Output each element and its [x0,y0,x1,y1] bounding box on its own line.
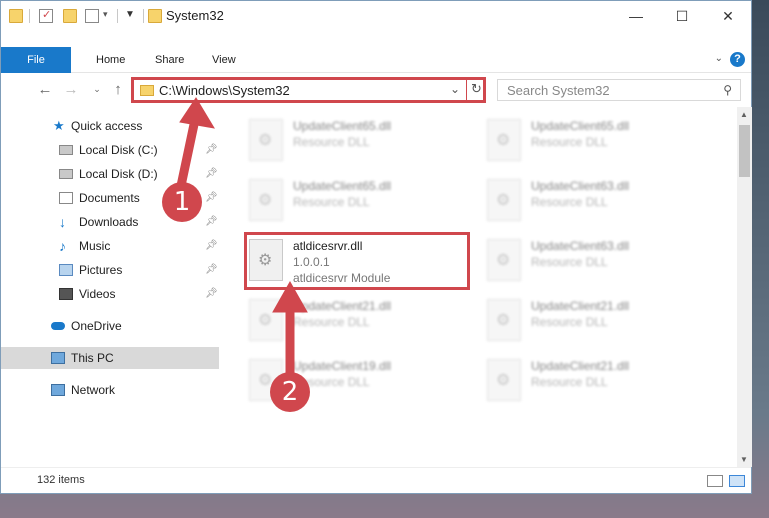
recent-locations-icon[interactable]: ⌄ [89,84,105,95]
computer-icon [51,352,65,364]
dll-file-icon [249,119,283,161]
documents-icon [59,192,73,204]
dll-file-icon [487,239,521,281]
video-icon [59,288,73,300]
pin-icon: 📌︎ [205,168,218,179]
scroll-up-icon[interactable]: ▲ [740,110,748,119]
back-arrow-icon[interactable]: ← [37,81,53,98]
forward-arrow-icon[interactable]: → [63,81,79,98]
toolbar-divider [117,9,118,23]
title-bar: ✓ ▾ ▼ System32 — ☐ ✕ [1,1,751,31]
toolbar-divider [143,9,144,23]
pin-icon: 📌︎ [205,144,218,155]
vertical-scrollbar[interactable]: ▲ ▼ [737,107,752,467]
sidebar-item-videos[interactable]: Videos 📌︎ [1,283,219,305]
maximize-button[interactable]: ☐ [659,1,705,31]
file-item[interactable]: UpdateClient65.dll Resource DLL [249,115,479,165]
file-highlight-box [244,232,470,290]
up-arrow-icon[interactable]: ↑ [110,81,126,98]
file-item[interactable]: UpdateClient21.dll Resource DLL [487,295,717,345]
large-icons-view-icon[interactable] [729,475,745,487]
sidebar-item-pictures[interactable]: Pictures 📌︎ [1,259,219,281]
dll-file-icon [487,359,521,401]
details-view-icon[interactable] [707,475,723,487]
pictures-icon [59,264,73,276]
tab-view[interactable]: View [199,47,249,73]
file-item[interactable]: UpdateClient21.dll Resource DLL [487,355,717,405]
pin-icon: 📌︎ [205,192,218,203]
download-icon: ↓ [59,214,66,230]
pin-icon: 📌︎ [205,264,218,275]
properties-icon[interactable]: ✓ [39,9,53,23]
quick-access-menu-icon[interactable] [85,9,99,23]
tab-file[interactable]: File [1,47,71,73]
file-item[interactable]: UpdateClient63.dll Resource DLL [487,175,717,225]
drive-icon [59,145,73,155]
file-item[interactable]: UpdateClient63.dll Resource DLL [487,235,717,285]
pin-icon: 📌︎ [205,240,218,251]
new-folder-icon[interactable] [63,9,77,23]
expand-ribbon-icon[interactable]: ⌄ [715,53,723,64]
window-title: System32 [166,8,224,23]
address-path[interactable]: C:\Windows\System32 [159,83,290,98]
scroll-thumb[interactable] [739,125,750,177]
star-icon: ★ [53,118,65,133]
music-icon: ♪ [59,238,66,254]
step-2-badge: 2 [270,372,310,412]
folder-icon [9,9,23,23]
sidebar-item-quick-access[interactable]: ★ Quick access [1,115,219,137]
dll-file-icon [249,299,283,341]
file-item[interactable]: UpdateClient65.dll Resource DLL [249,175,479,225]
address-divider [466,80,467,100]
chevron-down-icon[interactable]: ⌄ [450,82,460,96]
dll-file-icon [487,119,521,161]
item-count: 132 items [37,474,85,486]
chevron-down-icon[interactable]: ▾ [103,9,108,20]
file-item[interactable]: UpdateClient21.dll Resource DLL [249,295,479,345]
step-1-badge: 1 [162,182,202,222]
pin-icon: 📌︎ [205,216,218,227]
sidebar-item-music[interactable]: ♪ Music 📌︎ [1,235,219,257]
scroll-down-icon[interactable]: ▼ [740,455,748,464]
sidebar-item-onedrive[interactable]: OneDrive [1,315,219,337]
refresh-icon[interactable]: ↻ [471,81,482,97]
tab-home[interactable]: Home [83,47,138,73]
search-placeholder: Search System32 [507,83,610,98]
dll-file-icon [487,179,521,221]
close-button[interactable]: ✕ [705,1,751,31]
drive-icon [59,169,73,179]
search-icon[interactable]: ⚲ [723,83,732,97]
ribbon-tabs: File Home Share View ⌄ ? [1,47,751,73]
cloud-icon [51,322,65,330]
dll-file-icon [249,179,283,221]
status-bar: 132 items [1,467,751,493]
toolbar-divider [29,9,30,23]
dll-file-icon [487,299,521,341]
customize-toolbar-icon[interactable]: ▼ [125,9,135,20]
navigation-bar: ← → ⌄ ↑ C:\Windows\System32 ⌄ ↻ Search S… [1,73,751,107]
pin-icon: 📌︎ [205,288,218,299]
window-folder-icon [148,9,162,23]
network-icon [51,384,65,396]
folder-icon [140,85,154,96]
tab-share[interactable]: Share [142,47,197,73]
sidebar-item-this-pc[interactable]: This PC [1,347,219,369]
sidebar-item-network[interactable]: Network [1,379,219,401]
sidebar-item-local-disk-c[interactable]: Local Disk (C:) 📌︎ [1,139,219,161]
search-input[interactable]: Search System32 ⚲ [497,79,741,101]
navigation-pane: ★ Quick access Local Disk (C:) 📌︎ Local … [1,107,219,467]
minimize-button[interactable]: — [613,1,659,31]
help-icon[interactable]: ? [730,52,745,67]
address-bar[interactable]: C:\Windows\System32 ⌄ ↻ [131,77,486,103]
file-item[interactable]: UpdateClient65.dll Resource DLL [487,115,717,165]
